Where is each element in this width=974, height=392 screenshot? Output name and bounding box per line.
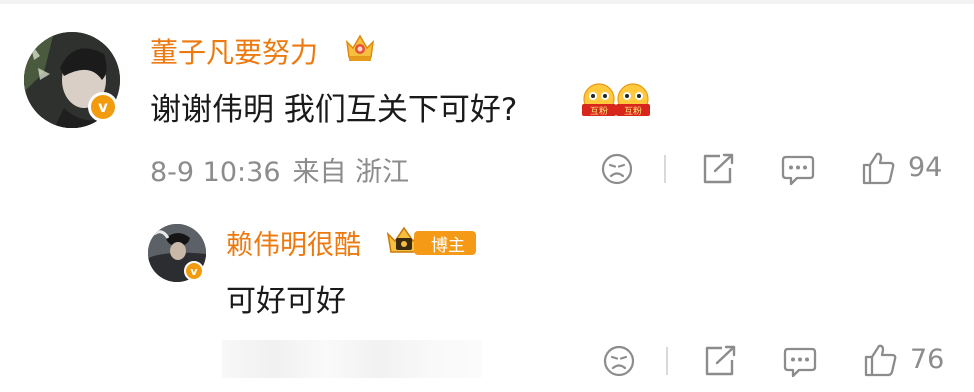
like-count: 76 — [910, 344, 945, 375]
dislike-icon[interactable] — [600, 152, 634, 186]
comment-icon[interactable] — [782, 345, 818, 379]
comment-location: 来自 浙江 — [292, 157, 410, 188]
crown-icon — [345, 34, 375, 61]
like-count: 94 — [908, 152, 943, 183]
comment-date: 8-9 10:36 — [150, 157, 281, 188]
comment-author[interactable]: 董子凡要努力 — [150, 31, 318, 71]
share-icon[interactable] — [700, 152, 736, 186]
svg-text:互粉: 互粉 — [624, 105, 642, 117]
share-icon[interactable] — [702, 344, 738, 378]
reply-author[interactable]: 赖伟明很酷 — [226, 223, 361, 262]
comment-text: 谢谢伟明 我们互关下可好? — [150, 92, 518, 128]
like-icon[interactable] — [860, 150, 896, 186]
divider — [664, 155, 666, 183]
blogger-label: 博主 — [414, 231, 476, 256]
blurred-meta — [222, 340, 482, 378]
dislike-icon[interactable] — [602, 344, 636, 378]
blogger-badge: 博主 — [384, 224, 476, 260]
comment-icon[interactable] — [780, 153, 816, 187]
verified-icon: v — [184, 261, 204, 281]
like-icon[interactable] — [862, 342, 898, 378]
emoji-icon: 互粉 — [582, 83, 616, 117]
svg-text:互粉: 互粉 — [590, 105, 608, 117]
reply-text: 可好可好 — [226, 284, 346, 319]
top-divider — [0, 0, 974, 4]
comment-meta: 8-9 10:36 来自 浙江 — [150, 150, 421, 189]
verified-icon: v — [88, 92, 118, 122]
emoji-icon: 互粉 — [616, 83, 650, 117]
divider — [666, 347, 668, 375]
